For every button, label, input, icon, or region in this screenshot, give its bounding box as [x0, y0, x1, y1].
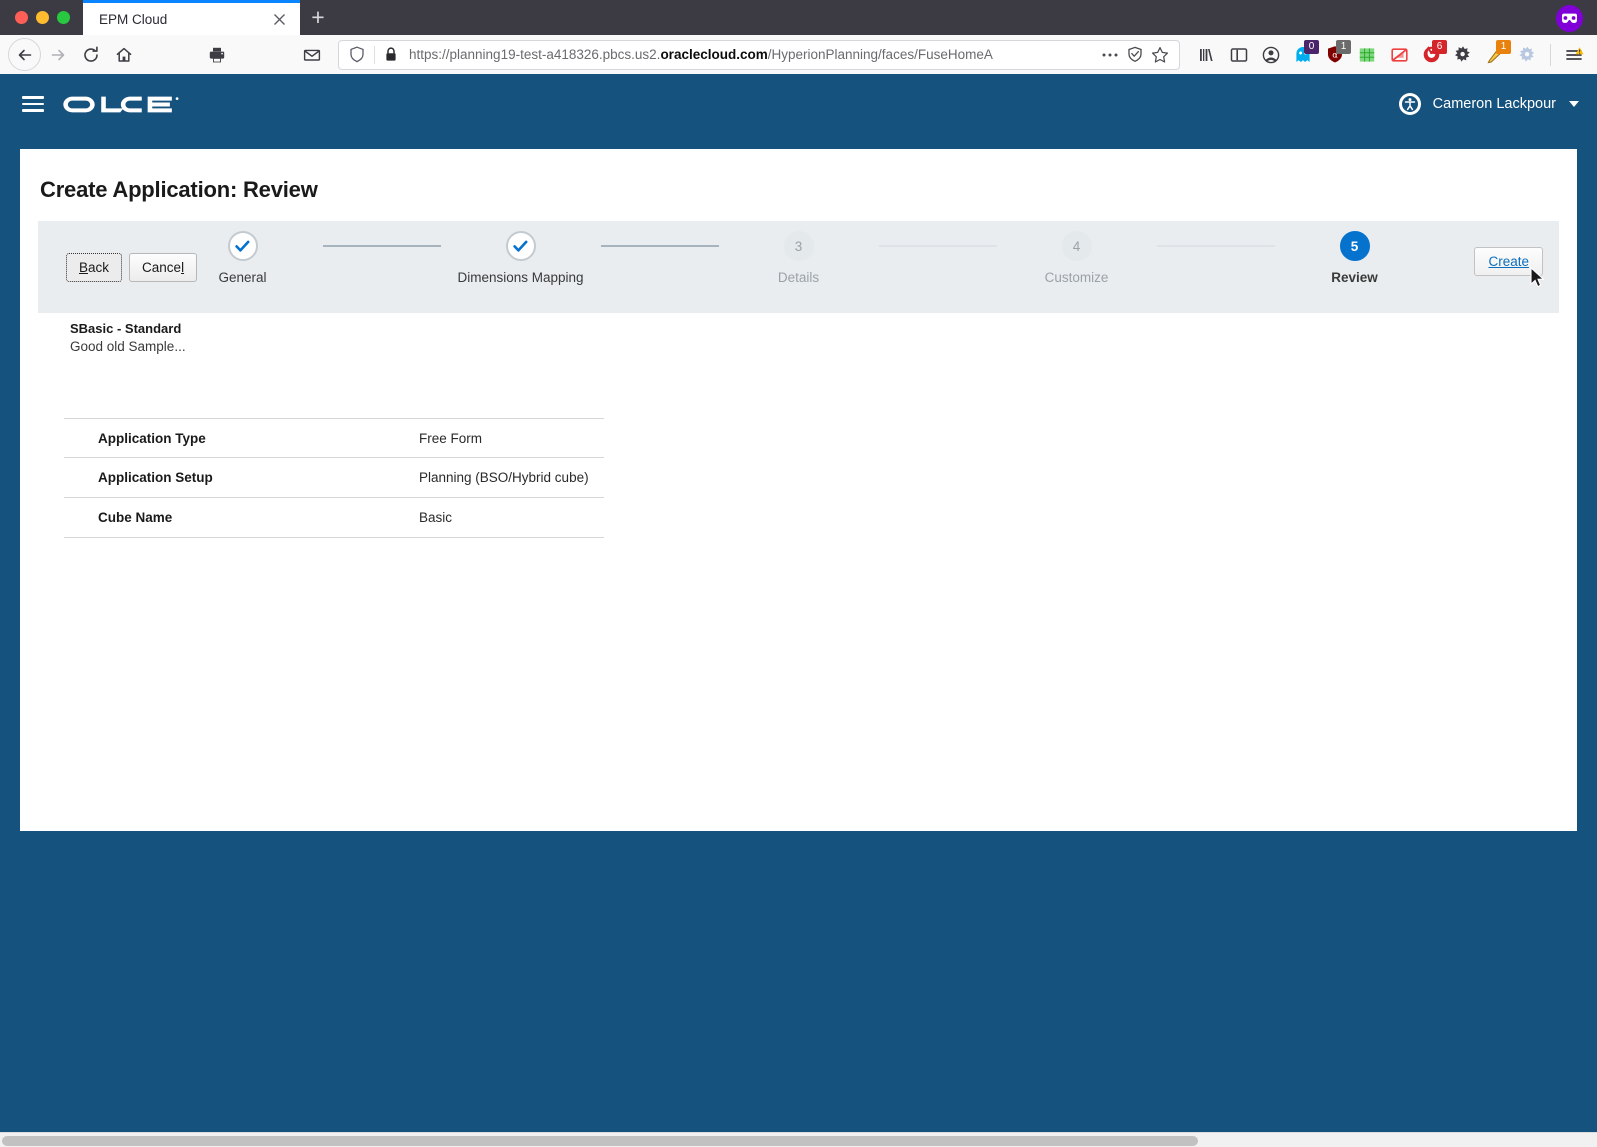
step-label-1: General [218, 270, 266, 285]
user-menu[interactable]: Cameron Lackpour [1399, 76, 1579, 132]
gear-icon[interactable] [1448, 40, 1478, 70]
scrollbar-thumb[interactable] [2, 1136, 1198, 1146]
application-name: SBasic - Standard [70, 321, 1577, 336]
ublock-icon[interactable]: ⍺ 1 [1320, 40, 1350, 70]
wizard-step-dimensions-mapping[interactable]: Dimensions Mapping [441, 231, 601, 285]
wizard-step-customize[interactable]: 4 Customize [997, 231, 1157, 285]
user-name: Cameron Lackpour [1433, 96, 1556, 112]
page-title: Create Application: Review [20, 177, 1577, 221]
row-key: Cube Name [64, 510, 419, 525]
step-label-4: Customize [1045, 270, 1109, 285]
close-icon[interactable] [268, 8, 290, 30]
ellipsis-icon[interactable] [1097, 52, 1123, 58]
browser-window: EPM Cloud + [0, 0, 1597, 1147]
extension-tray: 0 ⍺ 1 6 1 [1184, 40, 1589, 70]
address-bar[interactable]: https://planning19-test-a418326.pbcs.us2… [338, 40, 1180, 70]
mouse-cursor-icon [1530, 267, 1546, 290]
row-value: Basic [419, 510, 452, 525]
mail-icon[interactable] [295, 38, 328, 71]
table-row: Cube Name Basic [64, 498, 604, 538]
shield-icon[interactable] [345, 46, 369, 63]
close-window-button[interactable] [15, 11, 28, 24]
spreadsheet-icon[interactable] [1352, 40, 1382, 70]
oracle-logo [62, 96, 193, 113]
ghostery-badge: 0 [1304, 40, 1319, 54]
create-button-wrapper: Create [1474, 247, 1543, 276]
reader-shield-icon[interactable] [1123, 46, 1147, 63]
maximize-window-button[interactable] [57, 11, 70, 24]
wizard-stepper: General Dimensions Mapping 3 Details [38, 231, 1559, 285]
step-connector-4 [1157, 245, 1275, 247]
back-arrow-icon[interactable] [8, 38, 41, 71]
highlighter-icon[interactable]: 1 [1480, 40, 1510, 70]
tab-title: EPM Cloud [99, 12, 268, 27]
step-circle-4: 4 [1062, 231, 1092, 261]
hamburger-menu-icon[interactable] [1559, 40, 1589, 70]
accessibility-icon[interactable] [1399, 93, 1421, 115]
step-connector-2 [601, 245, 719, 247]
step-circle-5: 5 [1340, 231, 1370, 261]
privacy-badger-badge: 6 [1432, 40, 1447, 54]
mask-icon[interactable] [1556, 5, 1583, 32]
padlock-icon[interactable] [380, 46, 402, 63]
library-icon[interactable] [1192, 40, 1222, 70]
forward-arrow-icon [41, 38, 74, 71]
step-circle-2 [506, 231, 536, 261]
highlighter-badge: 1 [1496, 40, 1511, 54]
minimize-window-button[interactable] [36, 11, 49, 24]
star-icon[interactable] [1147, 46, 1173, 64]
row-key: Application Type [64, 431, 419, 446]
chevron-down-icon[interactable] [1569, 101, 1579, 107]
table-row: Application Type Free Form [64, 418, 604, 458]
reload-icon[interactable] [74, 38, 107, 71]
table-row: Application Setup Planning (BSO/Hybrid c… [64, 458, 604, 498]
horizontal-scrollbar[interactable] [0, 1132, 1597, 1147]
step-label-5: Review [1331, 270, 1378, 285]
cancel-button[interactable]: Cancel [129, 253, 197, 282]
page-background: Create Application: Review Back Cancel G… [0, 132, 1597, 1147]
wizard-toolbar: Back Cancel General D [38, 221, 1559, 313]
row-value: Planning (BSO/Hybrid cube) [419, 470, 589, 485]
account-icon[interactable] [1256, 40, 1286, 70]
new-tab-button[interactable]: + [300, 0, 336, 35]
step-connector-3 [879, 245, 997, 247]
print-icon[interactable] [200, 38, 233, 71]
tab-strip: EPM Cloud + [0, 0, 1597, 35]
browser-tab[interactable]: EPM Cloud [83, 0, 300, 35]
step-label-3: Details [778, 270, 819, 285]
app-menu-icon[interactable] [16, 87, 50, 121]
sidebar-icon[interactable] [1224, 40, 1254, 70]
step-circle-3: 3 [784, 231, 814, 261]
noscript-icon[interactable] [1384, 40, 1414, 70]
app-header: Cameron Lackpour [0, 76, 1597, 132]
step-label-2: Dimensions Mapping [457, 270, 583, 285]
content-card: Create Application: Review Back Cancel G… [20, 149, 1577, 831]
row-key: Application Setup [64, 470, 419, 485]
step-circle-1 [228, 231, 258, 261]
application-summary: SBasic - Standard Good old Sample... [20, 313, 1577, 354]
url-text: https://planning19-test-a418326.pbcs.us2… [409, 47, 1097, 62]
ghostery-icon[interactable]: 0 [1288, 40, 1318, 70]
application-description: Good old Sample... [70, 339, 1577, 354]
review-table: Application Type Free Form Application S… [64, 418, 604, 538]
settings-flower-icon[interactable] [1512, 40, 1542, 70]
step-connector-1 [323, 245, 441, 247]
window-controls [0, 11, 83, 35]
wizard-button-group: Back Cancel [38, 253, 197, 282]
back-button[interactable]: Back [66, 253, 122, 282]
row-value: Free Form [419, 431, 482, 446]
wizard-step-details[interactable]: 3 Details [719, 231, 879, 285]
wizard-step-review[interactable]: 5 Review [1275, 231, 1435, 285]
home-icon[interactable] [107, 38, 140, 71]
ublock-badge: 1 [1336, 40, 1351, 54]
navigation-toolbar: https://planning19-test-a418326.pbcs.us2… [0, 35, 1597, 76]
privacy-badger-icon[interactable]: 6 [1416, 40, 1446, 70]
